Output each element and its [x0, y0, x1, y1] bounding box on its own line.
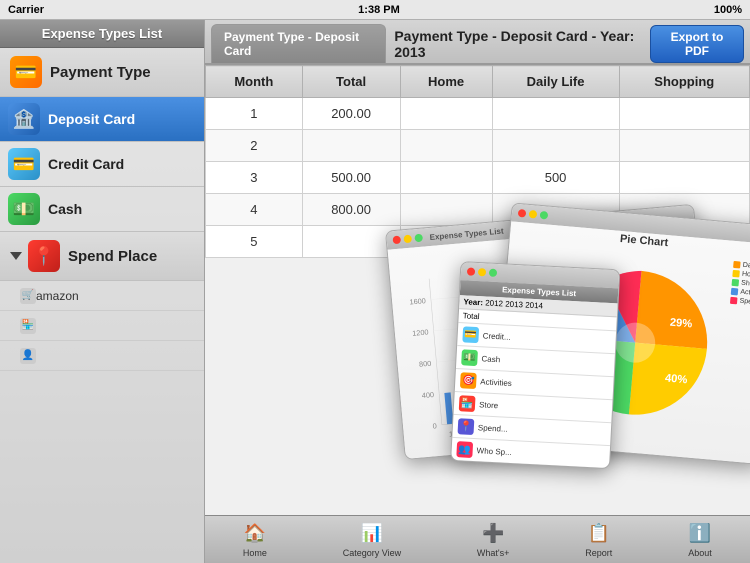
store-icon: 🏪: [20, 318, 36, 334]
cash-label: Cash: [48, 201, 82, 217]
sidebar-subitem-person[interactable]: 👤: [0, 341, 204, 371]
sidebar: Expense Types List 💳 Payment Type 🏦 Depo…: [0, 20, 205, 563]
spend-place-label: Spend Place: [68, 248, 157, 265]
sidebar-section-payment[interactable]: 💳 Payment Type: [0, 48, 204, 97]
spend-place-icon: 📍: [28, 240, 60, 272]
about-label: About: [688, 548, 712, 558]
col-daily-life: Daily Life: [492, 66, 619, 98]
status-bar: Carrier 1:38 PM 100%: [0, 0, 750, 20]
report-label: Report: [585, 548, 612, 558]
home-label: Home: [243, 548, 267, 558]
toolbar-add[interactable]: ➕ What's+: [469, 518, 517, 562]
credit-card-label: Credit Card: [48, 156, 124, 172]
info-icon: ℹ️: [688, 522, 712, 546]
col-shopping: Shopping: [619, 66, 749, 98]
credit-card-icon: 💳: [8, 148, 40, 180]
report-icon: 📋: [587, 522, 611, 546]
col-total: Total: [302, 66, 400, 98]
sidebar-item-credit-card[interactable]: 💳 Credit Card: [0, 142, 204, 187]
table-container: Month Total Home Daily Life Shopping 120…: [205, 65, 750, 563]
cash-icon: 💵: [8, 193, 40, 225]
table-row: 4800.00: [206, 194, 750, 226]
content-title: Payment Type - Deposit Card - Year: 2013: [394, 28, 642, 60]
toolbar-report[interactable]: 📋 Report: [577, 518, 620, 562]
add-icon: ➕: [481, 522, 505, 546]
deposit-card-icon: 🏦: [8, 103, 40, 135]
table-row: 3500.00500: [206, 162, 750, 194]
main-layout: Expense Types List 💳 Payment Type 🏦 Depo…: [0, 20, 750, 563]
battery-text: 100%: [714, 4, 742, 16]
sidebar-item-deposit-card[interactable]: 🏦 Deposit Card: [0, 97, 204, 142]
sidebar-header: Expense Types List: [0, 20, 204, 48]
sidebar-item-cash[interactable]: 💵 Cash: [0, 187, 204, 232]
toolbar-home[interactable]: 🏠 Home: [235, 518, 275, 562]
sidebar-section-spend-place[interactable]: 📍 Spend Place: [0, 232, 204, 281]
category-icon: 📊: [360, 522, 384, 546]
category-label: Category View: [343, 548, 401, 558]
table-row: 5: [206, 226, 750, 258]
tab-deposit-card[interactable]: Payment Type - Deposit Card: [211, 24, 386, 63]
amazon-icon: 🛒: [20, 288, 36, 304]
tab-bar: Payment Type - Deposit Card Payment Type…: [205, 20, 750, 65]
person-icon: 👤: [20, 348, 36, 364]
sidebar-subitem-store[interactable]: 🏪: [0, 311, 204, 341]
data-table: Month Total Home Daily Life Shopping 120…: [205, 65, 750, 258]
content-area: Payment Type - Deposit Card Payment Type…: [205, 20, 750, 563]
export-pdf-button[interactable]: Export to PDF: [650, 25, 744, 63]
carrier-text: Carrier: [8, 4, 44, 16]
time-text: 1:38 PM: [358, 4, 400, 16]
add-label: What's+: [477, 548, 509, 558]
toolbar-about[interactable]: ℹ️ About: [680, 518, 720, 562]
col-home: Home: [400, 66, 492, 98]
payment-type-icon: 💳: [10, 56, 42, 88]
bottom-toolbar: 🏠 Home 📊 Category View ➕ What's+ 📋 Repor…: [205, 515, 750, 563]
col-month: Month: [206, 66, 303, 98]
sidebar-subitem-amazon[interactable]: 🛒 amazon: [0, 281, 204, 311]
home-icon: 🏠: [243, 522, 267, 546]
table-row: 2: [206, 130, 750, 162]
chevron-down-icon: [10, 252, 22, 260]
amazon-label: amazon: [36, 289, 79, 303]
table-row: 1200.00: [206, 98, 750, 130]
toolbar-category[interactable]: 📊 Category View: [335, 518, 409, 562]
deposit-card-label: Deposit Card: [48, 111, 135, 127]
payment-type-label: Payment Type: [50, 64, 151, 81]
